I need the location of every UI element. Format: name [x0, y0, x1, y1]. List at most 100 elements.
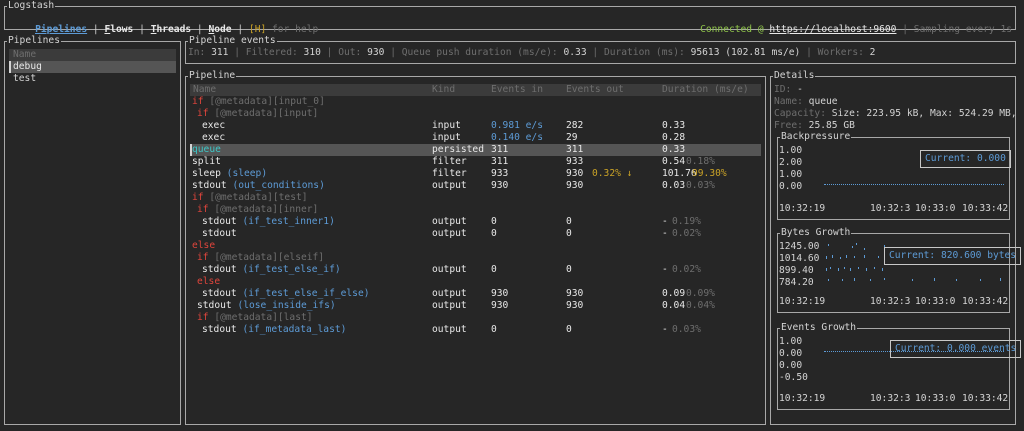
events-out-value: 930: [367, 47, 385, 58]
events-in: 0: [491, 216, 497, 227]
duration-value: 95613 (102.81 ms/e): [690, 47, 801, 58]
events-out: 0: [566, 228, 572, 239]
condition-keyword: else: [192, 240, 216, 251]
plugin-kind: persisted: [432, 144, 484, 155]
tab-separator: |: [196, 24, 203, 35]
table-row[interactable]: stdout: [202, 228, 237, 240]
condition-row[interactable]: if [@metadata][input]: [197, 108, 318, 120]
plugin-name: stdout: [192, 180, 227, 191]
tab-flows[interactable]: Flows: [104, 24, 133, 35]
condition-row[interactable]: if [@metadata][elseif]: [197, 252, 324, 264]
x-tick: 10:32:19: [779, 203, 826, 214]
pipeline-item-test[interactable]: test: [13, 73, 36, 85]
plugin-kind: input: [432, 120, 461, 131]
events-in-label: In:: [188, 47, 206, 58]
plugin-kind: output: [432, 228, 467, 239]
condition-expression: [@metadata][last]: [214, 312, 313, 323]
condition-row[interactable]: if [@metadata][last]: [197, 312, 313, 324]
plugin-name: stdout: [202, 264, 237, 275]
col-duration: Duration (ms/e): [662, 84, 749, 95]
events-in: 0: [491, 228, 497, 239]
duration: 0.04: [662, 300, 686, 311]
duration-label: | Duration (ms):: [592, 47, 685, 58]
details-title: Details: [773, 70, 816, 82]
duration: -: [662, 216, 668, 227]
pipeline-item-debug[interactable]: debug: [13, 61, 42, 73]
x-tick: 10:33:0: [915, 393, 956, 404]
events-growth-chart: Events Growth 1.00 0.00 0.00 -0.50 Curre…: [777, 322, 1022, 410]
x-tick: 10:33:42: [962, 296, 1009, 307]
plugin-name: stdout: [202, 324, 237, 335]
condition-row[interactable]: if [@metadata][test]: [192, 192, 308, 204]
plugin-name: stdout: [202, 288, 237, 299]
plugin-id: (if_test_else_if_else): [242, 288, 370, 299]
plugin-id: (if_metadata_last): [242, 324, 347, 335]
plugin-kind: output: [432, 180, 467, 191]
table-row[interactable]: stdout (if_test_inner1): [202, 216, 335, 228]
condition-expression: [@metadata][test]: [209, 192, 308, 203]
events-out: 930: [566, 180, 584, 191]
duration: 0.33: [662, 120, 686, 131]
selection-marker: [9, 61, 11, 73]
condition-row[interactable]: if [@metadata][inner]: [197, 204, 318, 216]
table-row[interactable]: sleep (sleep): [192, 168, 267, 180]
condition-keyword: if: [192, 96, 204, 107]
plugin-kind: output: [432, 288, 467, 299]
x-tick: 10:32:3: [870, 393, 911, 404]
duration-pct: 0.02%: [672, 228, 701, 239]
table-row[interactable]: stdout (out_conditions): [192, 180, 325, 192]
table-row[interactable]: stdout (if_test_else_if_else): [202, 288, 370, 300]
details-panel: Details ID: - Name: queue Capacity: Size…: [770, 70, 1022, 425]
plugin-name: split: [192, 156, 221, 167]
current-value: Current: 0.000: [920, 150, 1011, 168]
tab-separator: |: [139, 24, 145, 35]
condition-keyword: if: [197, 312, 209, 323]
events-filtered-label: | Filtered:: [234, 47, 298, 58]
pipelines-title: Pipelines: [7, 35, 61, 47]
events-in: 0: [491, 264, 497, 275]
tab-node[interactable]: Node: [208, 24, 231, 35]
tab-pipelines[interactable]: Pipelines: [35, 24, 87, 35]
condition-row[interactable]: else: [197, 276, 220, 288]
tab-separator: |: [237, 24, 244, 35]
table-row[interactable]: stdout (if_test_else_if): [202, 264, 341, 276]
y-tick: 1.00: [779, 336, 803, 347]
events-in: 930: [491, 288, 509, 299]
table-row[interactable]: split: [192, 156, 221, 168]
tab-separator: |: [92, 24, 99, 35]
series-line: [824, 182, 1004, 185]
plugin-id: (out_conditions): [232, 180, 325, 191]
tab-threads[interactable]: Threads: [151, 24, 191, 35]
pipeline-events-panel: Pipeline events In: 311 | Filtered: 310 …: [185, 35, 1016, 64]
x-tick: 10:32:19: [779, 393, 826, 404]
condition-keyword: if: [197, 252, 209, 263]
events-out: 930: [566, 288, 584, 299]
table-row[interactable]: exec: [202, 132, 225, 144]
events-summary: In: 311 | Filtered: 310 | Out: 930 | Que…: [188, 47, 875, 59]
help-key[interactable]: [H]: [249, 24, 266, 35]
events-in: 933: [491, 168, 509, 179]
y-tick: 0.00: [779, 360, 803, 371]
condition-row[interactable]: else: [192, 240, 215, 252]
backpressure-title: Backpressure: [780, 131, 852, 143]
y-tick: 1014.60: [779, 253, 820, 264]
connection-url[interactable]: https://localhost:9600: [769, 24, 896, 35]
events-out: 0: [566, 264, 572, 275]
events-out: 930: [566, 168, 584, 179]
table-row[interactable]: stdout (if_metadata_last): [202, 324, 346, 336]
plugin-id: (if_test_else_if): [242, 264, 341, 275]
table-row[interactable]: stdout (lose_inside_ifs): [197, 300, 336, 312]
events-out-label: | Out:: [326, 47, 362, 58]
events-in: 311: [491, 156, 509, 167]
table-row[interactable]: queue: [192, 144, 221, 156]
queue-push-value: 0.33: [563, 47, 587, 58]
y-tick: -0.50: [779, 372, 808, 383]
events-out: 0: [566, 324, 572, 335]
plugin-name: stdout: [197, 300, 232, 311]
table-row[interactable]: exec: [202, 120, 225, 132]
app-title: Logstash: [7, 0, 56, 12]
x-tick: 10:32:3: [870, 296, 911, 307]
condition-row[interactable]: if [@metadata][input_0]: [192, 96, 325, 108]
events-growth-title: Events Growth: [780, 322, 858, 334]
events-out: 0: [566, 216, 572, 227]
